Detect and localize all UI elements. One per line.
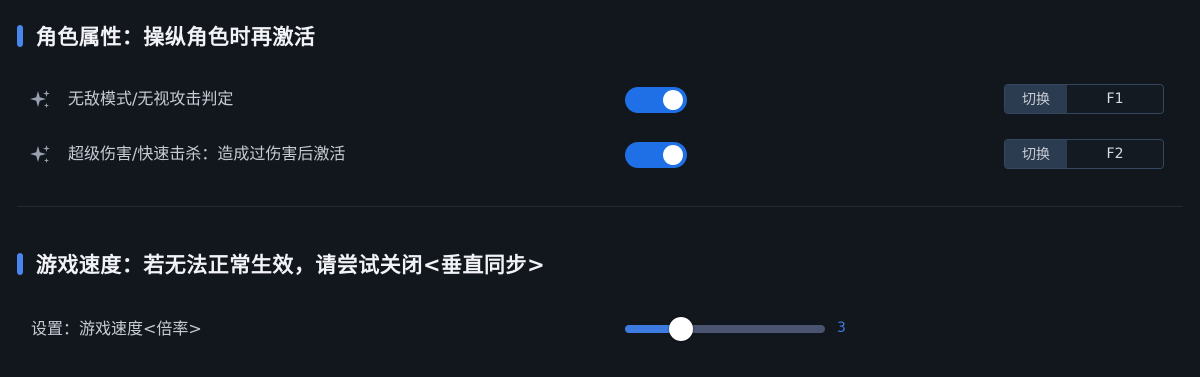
sparkle-icon	[30, 90, 50, 108]
sparkle-icon	[30, 145, 50, 163]
game-speed-row: 设置：游戏速度<倍率> 3	[31, 316, 931, 342]
section-title: 游戏速度：若无法正常生效，请尝试关闭<垂直同步>	[36, 253, 546, 277]
game-speed-slider[interactable]	[625, 317, 825, 341]
section-title: 角色属性：操纵角色时再激活	[36, 25, 316, 49]
toggle-knob	[663, 90, 683, 110]
cheat-label: 无敌模式/无视攻击判定	[68, 89, 234, 108]
slider-thumb[interactable]	[669, 317, 693, 341]
cheat-label: 超级伤害/快速击杀：造成过伤害后激活	[68, 144, 346, 163]
trainer-panel: 角色属性：操纵角色时再激活 无敌模式/无视攻击判定 切换 F1 超级伤害/快速击…	[0, 0, 1200, 377]
game-speed-label: 设置：游戏速度<倍率>	[31, 319, 202, 338]
section-divider	[17, 206, 1183, 207]
hotkey-group-f2: 切换 F2	[1004, 139, 1164, 169]
switch-button[interactable]: 切换	[1005, 140, 1067, 168]
section-accent-bar	[17, 253, 23, 275]
cheat-row-invincible: 无敌模式/无视攻击判定 切换 F1	[28, 84, 1178, 116]
game-speed-value: 3	[837, 320, 846, 336]
super-damage-toggle[interactable]	[625, 142, 687, 168]
hotkey-group-f1: 切换 F1	[1004, 84, 1164, 114]
section-accent-bar	[17, 25, 23, 47]
toggle-knob	[663, 145, 683, 165]
hotkey-field[interactable]: F1	[1067, 85, 1163, 113]
section-header-character: 角色属性：操纵角色时再激活	[17, 22, 316, 50]
invincible-toggle[interactable]	[625, 87, 687, 113]
switch-button[interactable]: 切换	[1005, 85, 1067, 113]
hotkey-field[interactable]: F2	[1067, 140, 1163, 168]
section-header-game-speed: 游戏速度：若无法正常生效，请尝试关闭<垂直同步>	[17, 250, 545, 278]
cheat-row-super-damage: 超级伤害/快速击杀：造成过伤害后激活 切换 F2	[28, 139, 1178, 171]
